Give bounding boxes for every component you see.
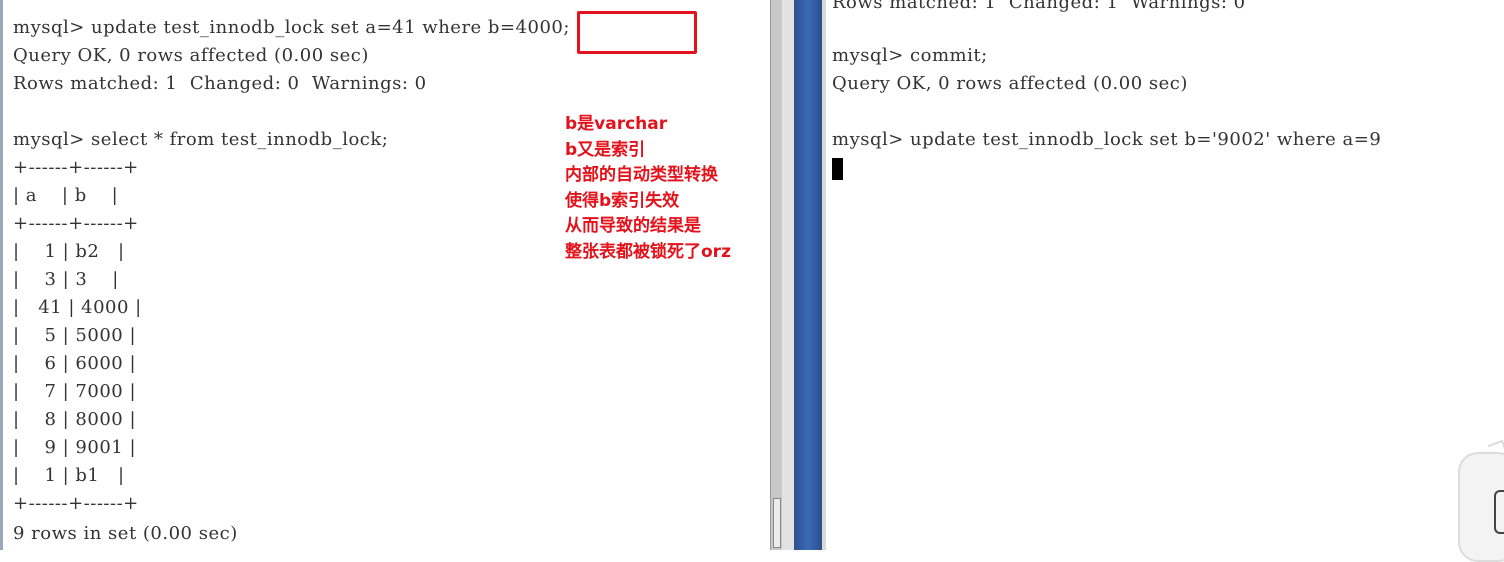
annotation-line: b又是索引: [565, 139, 646, 160]
table-row: | 9 | 9001 |: [13, 437, 137, 458]
table-row: | 1 | b1 |: [13, 465, 125, 486]
terminal-line: Query OK, 0 rows affected (0.00 sec): [13, 45, 369, 66]
annotation-line: 使得b索引失效: [565, 190, 680, 211]
window-frame-bar: [794, 0, 822, 550]
terminal-line: Query OK, 0 rows affected (0.00 sec): [832, 73, 1188, 94]
terminal-line: 9 rows in set (0.00 sec): [13, 523, 238, 544]
table-row: | 3 | 3 |: [13, 269, 119, 290]
annotation-line: b是varchar: [565, 114, 668, 134]
floating-widget[interactable]: [1458, 439, 1504, 562]
table-border: +------+------+: [13, 157, 139, 178]
table-row: | 7 | 7000 |: [13, 381, 137, 402]
table-row: | 8 | 8000 |: [13, 409, 137, 430]
terminal-line: Rows matched: 1 Changed: 0 Warnings: 0: [13, 73, 427, 94]
scrollbar-thumb[interactable]: [773, 498, 781, 548]
table-row: | 1 | b2 |: [13, 241, 125, 262]
terminal-line: mysql> select * from test_innodb_lock;: [13, 129, 389, 150]
terminal-line: mysql> update test_innodb_lock set b='90…: [832, 129, 1382, 150]
right-terminal[interactable]: Rows matched: 1 Changed: 1 Warnings: 0 m…: [826, 0, 1504, 550]
annotation-line: 内部的自动类型转换: [565, 165, 718, 185]
left-terminal[interactable]: mysql> update test_innodb_lock set a=41 …: [0, 0, 770, 550]
annotation-line: 从而导致的结果是: [565, 216, 701, 236]
terminal-line: mysql> update test_innodb_lock set a=41 …: [13, 17, 570, 38]
window-gap: [782, 0, 794, 550]
table-row: | 41 | 4000 |: [13, 297, 142, 318]
table-border: +------+------+: [13, 213, 139, 234]
table-border: +------+------+: [13, 493, 139, 514]
widget-slot-icon: [1494, 490, 1504, 534]
terminal-line: mysql> commit;: [832, 45, 988, 66]
highlight-box: [577, 11, 697, 54]
table-row: | 6 | 6000 |: [13, 353, 137, 374]
annotation-line: 整张表都被锁死了orz: [565, 241, 731, 262]
table-row: | 5 | 5000 |: [13, 325, 137, 346]
table-header: | a | b |: [13, 185, 119, 206]
annotation-note: b是varchar b又是索引 内部的自动类型转换 使得b索引失效 从而导致的结…: [565, 112, 731, 265]
terminal-line: Rows matched: 1 Changed: 1 Warnings: 0: [832, 0, 1246, 13]
terminal-cursor: [832, 158, 843, 180]
